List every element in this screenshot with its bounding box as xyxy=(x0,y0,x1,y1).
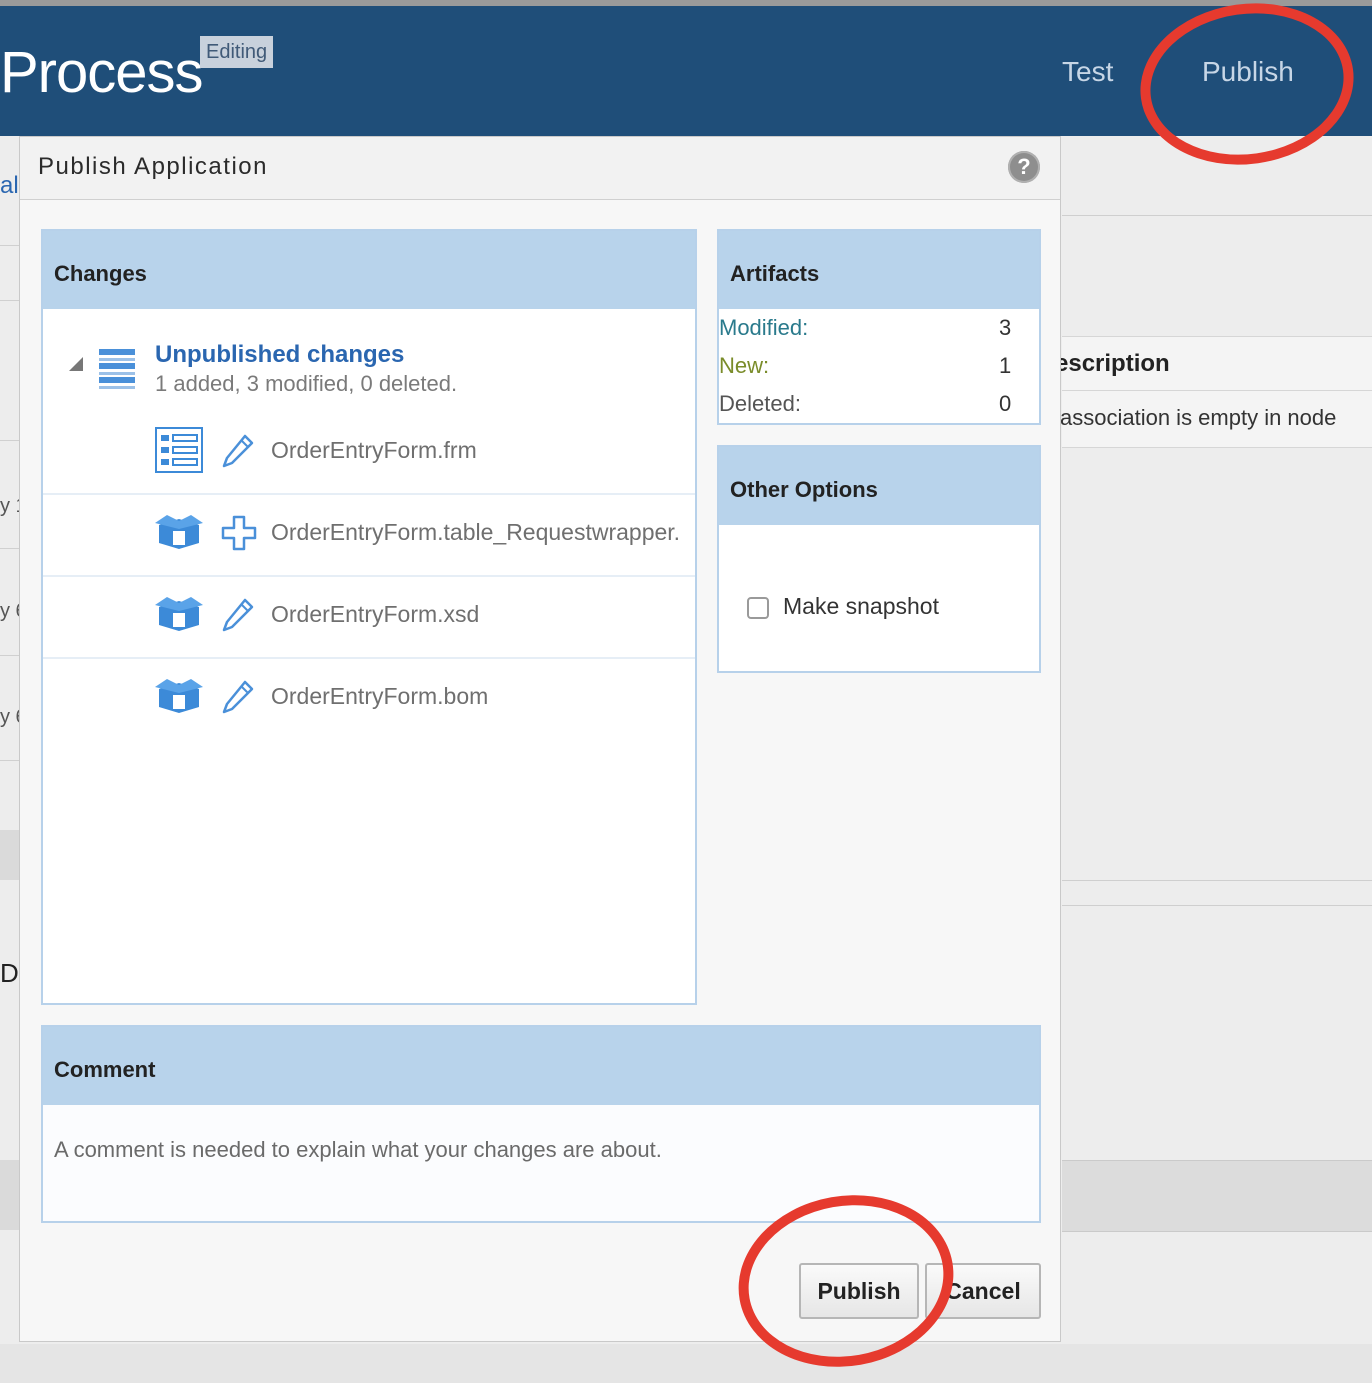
background-divider xyxy=(0,548,20,549)
dialog-title: Publish Application xyxy=(38,153,268,180)
change-item-name: OrderEntryForm.table_Requestwrapper. xyxy=(271,519,681,545)
unpublished-changes-title[interactable]: Unpublished changes xyxy=(155,341,404,369)
artifact-count: 3 xyxy=(999,315,1012,340)
changes-header: Changes xyxy=(43,231,695,309)
background-divider xyxy=(1062,880,1372,881)
artifacts-header-label: Artifacts xyxy=(730,261,820,286)
change-item-name: OrderEntryForm.xsd xyxy=(271,601,480,627)
collapse-triangle-icon[interactable] xyxy=(69,357,83,371)
background-divider xyxy=(0,655,20,656)
comment-placeholder: A comment is needed to explain what your… xyxy=(54,1137,662,1162)
app-header: Process Editing Test Publish xyxy=(0,6,1372,136)
artifact-label: Modified: xyxy=(719,315,809,340)
dialog-titlebar: Publish Application ? xyxy=(20,137,1060,200)
make-snapshot-checkbox[interactable] xyxy=(747,597,769,619)
artifacts-panel: Artifacts Modified: 3 New: 1 Deleted: 0 xyxy=(717,229,1041,425)
artifact-row-new: New: 1 xyxy=(719,347,1039,385)
other-options-header: Other Options xyxy=(719,447,1039,525)
artifact-count: 0 xyxy=(999,391,1012,416)
other-options-panel: Other Options Make snapshot xyxy=(717,445,1041,673)
background-divider xyxy=(0,245,20,246)
box-icon xyxy=(155,597,203,631)
background-band xyxy=(1062,1160,1372,1232)
artifact-row-modified: Modified: 3 xyxy=(719,309,1039,347)
form-icon xyxy=(155,427,203,473)
comment-header: Comment xyxy=(43,1027,1039,1105)
artifact-label: Deleted: xyxy=(719,391,801,416)
artifact-row-deleted: Deleted: 0 xyxy=(719,385,1039,423)
change-row[interactable]: OrderEntryForm.table_Requestwrapper. xyxy=(43,493,695,577)
list-icon xyxy=(99,349,135,389)
change-row[interactable]: OrderEntryForm.bom xyxy=(43,657,695,739)
help-icon[interactable]: ? xyxy=(1008,151,1040,183)
other-options-header-label: Other Options xyxy=(730,477,878,502)
background-divider xyxy=(1062,905,1372,906)
background-description-text: association is empty in node xyxy=(1060,405,1337,430)
publish-link[interactable]: Publish xyxy=(1202,56,1294,88)
make-snapshot-label[interactable]: Make snapshot xyxy=(783,593,939,620)
background-description-header: escription xyxy=(1055,350,1170,377)
app-title: Process xyxy=(0,40,204,105)
change-row[interactable]: OrderEntryForm.frm xyxy=(43,411,695,495)
cancel-button[interactable]: Cancel xyxy=(925,1263,1041,1319)
publish-dialog: Publish Application ? Changes Unpublishe… xyxy=(19,136,1061,1342)
comment-panel: Comment A comment is needed to explain w… xyxy=(41,1025,1041,1223)
unpublished-changes-summary: 1 added, 3 modified, 0 deleted. xyxy=(155,371,458,396)
plus-icon xyxy=(221,515,257,551)
change-item-name: OrderEntryForm.frm xyxy=(271,437,477,463)
box-icon xyxy=(155,679,203,713)
artifacts-header: Artifacts xyxy=(719,231,1039,309)
changes-header-label: Changes xyxy=(54,261,147,286)
background-divider xyxy=(0,760,20,761)
box-icon xyxy=(155,515,203,549)
changes-panel: Changes Unpublished changes 1 added, 3 m… xyxy=(41,229,697,1005)
background-divider xyxy=(0,300,20,301)
editing-badge: Editing xyxy=(200,36,274,68)
pencil-icon xyxy=(222,598,254,632)
change-row[interactable]: OrderEntryForm.xsd xyxy=(43,575,695,659)
pencil-icon xyxy=(222,434,254,468)
background-band xyxy=(0,1160,20,1230)
pencil-icon xyxy=(222,680,254,714)
publish-button[interactable]: Publish xyxy=(799,1263,919,1319)
comment-header-label: Comment xyxy=(54,1057,156,1082)
background-link[interactable]: al xyxy=(0,172,19,200)
test-link[interactable]: Test xyxy=(1062,56,1113,88)
background-divider xyxy=(0,440,20,441)
background-band xyxy=(0,830,20,880)
background-divider xyxy=(1062,390,1372,391)
background-divider xyxy=(1062,215,1372,216)
change-item-name: OrderEntryForm.bom xyxy=(271,683,489,709)
artifact-count: 1 xyxy=(999,353,1012,378)
comment-textarea[interactable]: A comment is needed to explain what your… xyxy=(43,1105,1039,1221)
artifact-label: New: xyxy=(719,353,770,378)
